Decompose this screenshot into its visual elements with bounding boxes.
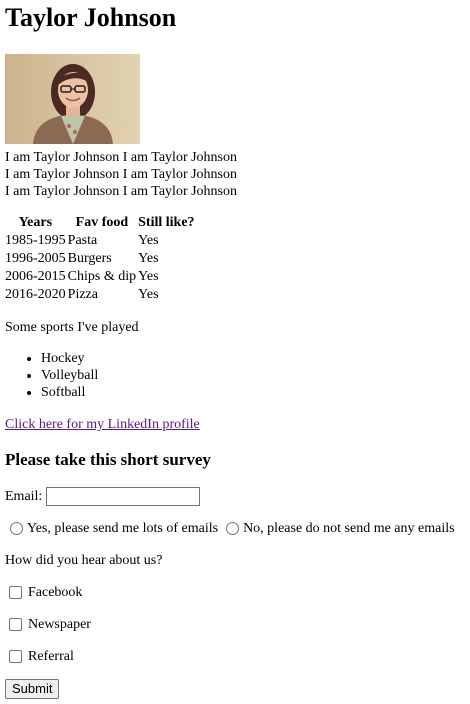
- linkedin-link[interactable]: Click here for my LinkedIn profile: [5, 416, 200, 433]
- column-header-still-like: Still like?: [138, 215, 195, 230]
- survey-title: Please take this short survey: [5, 450, 211, 469]
- bio-line: I am Taylor Johnson I am Taylor Johnson: [5, 167, 237, 182]
- cell-still-like: Yes: [138, 269, 159, 284]
- checkbox-referral[interactable]: [9, 650, 22, 663]
- email-field[interactable]: [46, 487, 201, 506]
- email-preference-group: Yes, please send me lots of emails No, p…: [5, 520, 455, 537]
- cell-still-like: Yes: [138, 233, 159, 248]
- list-item: Hockey: [41, 350, 98, 367]
- cell-food: Chips & dip: [67, 269, 137, 284]
- cell-years: 1985-1995: [5, 233, 66, 248]
- cell-years: 2006-2015: [5, 269, 66, 284]
- profile-photo-image: [5, 54, 140, 144]
- sports-list: Hockey Volleyball Softball: [5, 350, 98, 401]
- cell-food: Burgers: [67, 251, 112, 266]
- radio-yes[interactable]: [10, 522, 23, 535]
- table-header-row: Years Fav food Still like?: [5, 214, 195, 232]
- sports-intro-text: Some sports I've played: [5, 320, 139, 335]
- submit-button[interactable]: Submit: [5, 679, 60, 699]
- checkbox-label: Facebook: [28, 585, 83, 600]
- cell-years: 2016-2020: [5, 287, 66, 302]
- table-row: 2016-2020 Pizza Yes: [5, 286, 195, 304]
- cell-food: Pasta: [67, 233, 98, 248]
- checkbox-label: Referral: [28, 649, 74, 664]
- page-title: Taylor Johnson: [5, 3, 177, 32]
- checkbox-row-newspaper: Newspaper: [5, 616, 91, 633]
- cell-food: Pizza: [67, 287, 98, 302]
- checkbox-label: Newspaper: [28, 617, 91, 632]
- email-label: Email:: [5, 489, 43, 504]
- checkbox-newspaper[interactable]: [9, 618, 22, 631]
- list-item: Volleyball: [41, 367, 98, 384]
- radio-no[interactable]: [226, 522, 240, 535]
- table-row: 1985-1995 Pasta Yes: [5, 232, 195, 250]
- radio-no-label: No, please do not send me any emails: [243, 521, 455, 536]
- email-row: Email:: [5, 487, 201, 506]
- table-row: 2006-2015 Chips & dip Yes: [5, 268, 195, 286]
- food-table: Years Fav food Still like? 1985-1995 Pas…: [3, 214, 197, 304]
- column-header-fav-food: Fav food: [75, 215, 129, 230]
- checkbox-facebook[interactable]: [9, 586, 22, 599]
- table-row: 1996-2005 Burgers Yes: [5, 250, 195, 268]
- cell-years: 1996-2005: [5, 251, 66, 266]
- checkbox-row-facebook: Facebook: [5, 584, 82, 601]
- profile-photo: [5, 54, 140, 144]
- bio-line: I am Taylor Johnson I am Taylor Johnson: [5, 184, 237, 199]
- radio-yes-label: Yes, please send me lots of emails: [27, 521, 219, 536]
- column-header-years: Years: [18, 215, 53, 230]
- checkbox-row-referral: Referral: [5, 648, 74, 665]
- hear-question: How did you hear about us?: [5, 553, 163, 568]
- bio-line: I am Taylor Johnson I am Taylor Johnson: [5, 150, 237, 165]
- cell-still-like: Yes: [138, 251, 159, 266]
- list-item: Softball: [41, 384, 98, 401]
- bio-text: I am Taylor Johnson I am Taylor Johnson …: [5, 149, 255, 200]
- cell-still-like: Yes: [138, 287, 159, 302]
